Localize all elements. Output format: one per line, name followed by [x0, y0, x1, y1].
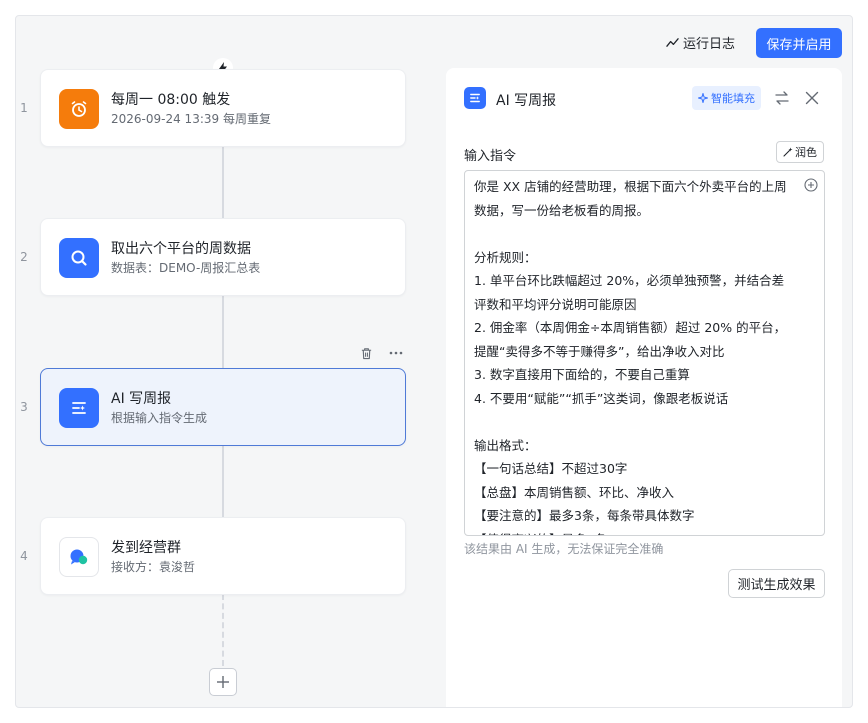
prompt-line: 输出格式：	[474, 437, 537, 453]
prompt-line: 评数和平均评分说明可能原因	[474, 296, 637, 312]
prompt-line: 4. 不要用“赋能”“抓手”这类词，像跟老板说话	[474, 390, 729, 406]
step-card-send-group[interactable]: 发到经营群 接收方：袁浚哲	[40, 517, 406, 595]
prompt-line	[474, 410, 796, 434]
polish-button[interactable]: 润色	[776, 141, 824, 163]
polish-label: 润色	[795, 146, 817, 159]
connector-line	[222, 296, 224, 368]
chat-group-icon	[59, 537, 99, 577]
smart-fill-button[interactable]: 智能填充	[692, 86, 761, 110]
prompt-content: 你是 XX 店铺的经营助理，根据下面六个外卖平台的上周 数据，写一份给老板看的周报…	[465, 171, 824, 536]
step-card-ai-report[interactable]: AI 写周报 根据输入指令生成	[40, 368, 406, 446]
swap-icon[interactable]	[772, 88, 792, 108]
connector-dashed	[222, 594, 224, 666]
step-subtitle: 根据输入指令生成	[111, 411, 208, 425]
sparkle-icon	[698, 93, 708, 103]
close-icon[interactable]	[802, 88, 822, 108]
search-icon	[59, 238, 99, 278]
save-and-enable-button[interactable]: 保存并启用	[756, 28, 842, 58]
insert-variable-icon[interactable]	[804, 178, 818, 192]
panel-title: AI 写周报	[496, 93, 557, 109]
step-number: 3	[20, 400, 28, 414]
test-generation-button[interactable]: 测试生成效果	[728, 569, 825, 598]
step-title: 发到经营群	[111, 540, 181, 556]
step-subtitle: 接收方：袁浚哲	[111, 560, 196, 574]
smart-fill-label: 智能填充	[711, 92, 755, 105]
ai-writer-icon	[464, 87, 486, 109]
prompt-line: 【总盘】本周销售额、环比、净收入	[474, 484, 675, 500]
ai-disclaimer: 该结果由 AI 生成，无法保证完全准确	[464, 542, 664, 556]
prompt-line: 2. 佣金率（本周佣金÷本周销售额）超过 20% 的平台，	[474, 320, 787, 335]
prompt-line: 【值得高兴的】最多2条	[474, 528, 796, 536]
step-title: AI 写周报	[111, 391, 172, 407]
step-title: 每周一 08:00 触发	[111, 92, 231, 108]
step-subtitle: 2026-09-24 13:39 每周重复	[111, 112, 271, 126]
ai-writer-icon	[59, 388, 99, 428]
top-bar: 运行日志 保存并启用	[16, 16, 852, 68]
step-config-panel: AI 写周报 智能填充 输入指令 润色 你是 XX 店铺的经营助理，根据下面六个…	[446, 68, 842, 707]
run-log-button[interactable]: 运行日志	[666, 30, 735, 54]
step-number: 2	[20, 250, 28, 264]
trend-line-icon	[666, 37, 679, 47]
prompt-line: 【一句话总结】不超过30字	[474, 461, 628, 476]
more-options-icon[interactable]	[388, 345, 404, 361]
prompt-label: 输入指令	[464, 149, 517, 164]
step-card-fetch-data[interactable]: 取出六个平台的周数据 数据表：DEMO-周报汇总表	[40, 218, 406, 296]
alarm-clock-icon	[59, 89, 99, 129]
step-number: 4	[20, 549, 28, 563]
workflow-editor: 运行日志 保存并启用 1 每周一 08:00 触发 2026-09-24 13:…	[15, 15, 853, 708]
prompt-line: 分析规则：	[474, 249, 537, 265]
prompt-line: 【要注意的】最多3条，每条带具体数字	[474, 508, 695, 523]
prompt-line: 你是 XX 店铺的经营助理，根据下面六个外卖平台的上周	[474, 179, 787, 194]
prompt-line	[474, 222, 796, 246]
prompt-line: 1. 单平台环比跌幅超过 20%，必须单独预警，并结合差	[474, 273, 785, 288]
step-card-trigger[interactable]: 每周一 08:00 触发 2026-09-24 13:39 每周重复	[40, 69, 406, 147]
delete-icon[interactable]	[358, 345, 374, 361]
plus-icon	[217, 676, 229, 688]
prompt-line: 3. 数字直接用下面给的，不要自己重算	[474, 367, 690, 382]
connector-line	[222, 146, 224, 218]
step-title: 取出六个平台的周数据	[111, 241, 251, 257]
card-toolbar	[358, 345, 404, 361]
step-number: 1	[20, 101, 28, 115]
run-log-label: 运行日志	[683, 36, 736, 52]
prompt-line: 提醒“卖得多不等于赚得多”，给出净收入对比	[474, 343, 725, 359]
step-subtitle: 数据表：DEMO-周报汇总表	[111, 261, 261, 275]
connector-line	[222, 446, 224, 518]
magic-wand-icon	[783, 147, 793, 157]
prompt-line: 数据，写一份给老板看的周报。	[474, 202, 650, 218]
prompt-textarea[interactable]: 你是 XX 店铺的经营助理，根据下面六个外卖平台的上周 数据，写一份给老板看的周报…	[464, 170, 825, 536]
add-step-button[interactable]	[209, 668, 237, 696]
